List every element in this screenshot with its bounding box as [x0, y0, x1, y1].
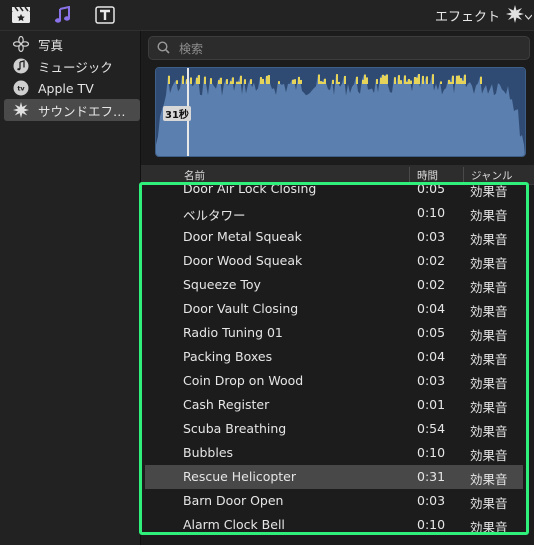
sound-name-cell: Door Metal Squeak: [183, 229, 302, 244]
sound-duration-cell: 0:03: [417, 493, 446, 508]
waveform-preview[interactable]: 31秒: [155, 67, 526, 157]
sound-genre-cell: 効果音: [470, 256, 508, 271]
sound-name-cell: Alarm Clock Bell: [183, 517, 285, 532]
sound-genre-cell: 効果音: [470, 472, 508, 487]
table-row[interactable]: Door Wood Squeak 0:02 効果音: [145, 249, 523, 273]
apple-tv-icon: tv: [12, 79, 30, 97]
sidebar-item-photos[interactable]: 写真: [4, 33, 140, 55]
table-row[interactable]: Door Vault Closing 0:04 効果音: [145, 297, 523, 321]
sound-name-cell: Barn Door Open: [183, 493, 284, 508]
sound-duration-cell: 0:05: [417, 325, 446, 340]
sound-name-cell: Scuba Breathing: [183, 421, 287, 436]
sound-duration-cell: 0:03: [417, 229, 446, 244]
table-row[interactable]: Door Air Lock Closing 0:05 効果音: [145, 185, 523, 201]
sound-genre-cell: 効果音: [470, 424, 508, 439]
top-toolbar: エフェクト: [0, 0, 534, 31]
sound-genre-cell: 効果音: [470, 520, 508, 535]
playhead-time-label: 31秒: [163, 106, 191, 121]
photos-flower-icon: [12, 35, 30, 53]
table-row[interactable]: Alarm Clock Bell 0:10 効果音: [145, 513, 523, 537]
sound-duration-cell: 0:05: [417, 185, 446, 196]
sound-genre-cell: 効果音: [470, 376, 508, 391]
column-header-time[interactable]: 時間: [417, 168, 438, 183]
sound-duration-cell: 0:01: [417, 397, 446, 412]
chevron-down-icon[interactable]: [524, 9, 533, 20]
sound-genre-cell: 効果音: [470, 185, 508, 199]
column-header-name[interactable]: 名前: [184, 168, 205, 183]
sound-name-cell: Door Air Lock Closing: [183, 185, 317, 196]
sound-name-cell: Door Wood Squeak: [183, 253, 303, 268]
music-notes-icon[interactable]: [53, 5, 73, 24]
table-row[interactable]: Door Metal Squeak 0:03 効果音: [145, 225, 523, 249]
sound-duration-cell: 0:02: [417, 277, 446, 292]
sidebar-item-apple-tv[interactable]: tv Apple TV: [4, 77, 140, 99]
sound-genre-cell: 効果音: [470, 304, 508, 319]
sound-duration-cell: 0:10: [417, 205, 446, 220]
sound-duration-cell: 0:54: [417, 421, 446, 436]
sound-genre-cell: 効果音: [470, 328, 508, 343]
search-input[interactable]: [177, 39, 521, 59]
main-panel: 31秒 名前 時間 ジャンル Door Air Lock Closing 0:05…: [141, 31, 534, 545]
sound-genre-cell: 効果音: [470, 232, 508, 247]
table-row[interactable]: Rescue Helicopter 0:31 効果音: [145, 465, 523, 489]
sound-name-cell: Squeeze Toy: [183, 277, 261, 292]
sidebar-item-label: サウンドエフ…: [38, 103, 126, 119]
starburst-icon[interactable]: [506, 5, 524, 23]
svg-text:tv: tv: [17, 85, 25, 93]
sidebar-item-sound-effects[interactable]: サウンドエフ…: [4, 99, 140, 121]
sound-name-cell: Coin Drop on Wood: [183, 373, 304, 388]
table-row[interactable]: Coin Drop on Wood 0:03 効果音: [145, 369, 523, 393]
column-header-genre[interactable]: ジャンル: [471, 168, 512, 183]
sound-name-cell: Door Vault Closing: [183, 301, 299, 316]
sound-name-cell: Rescue Helicopter: [183, 469, 297, 484]
table-row[interactable]: Radio Tuning 01 0:05 効果音: [145, 321, 523, 345]
search-field[interactable]: [148, 36, 530, 60]
sound-duration-cell: 0:02: [417, 253, 446, 268]
sidebar-item-music[interactable]: ミュージック: [4, 55, 140, 77]
sound-genre-cell: 効果音: [470, 400, 508, 415]
sidebar-item-label: Apple TV: [38, 80, 94, 96]
column-separator: [409, 167, 410, 182]
sidebar-item-label: ミュージック: [38, 59, 113, 75]
sound-genre-cell: 効果音: [470, 496, 508, 511]
sound-list[interactable]: Door Air Lock Closing 0:05 効果音 ベルタワー 0:10 効果音…: [141, 185, 534, 545]
waveform-graph: [156, 68, 525, 156]
sidebar-item-label: 写真: [38, 37, 64, 53]
sound-duration-cell: 0:04: [417, 349, 446, 364]
sound-duration-cell: 0:10: [417, 517, 446, 532]
sound-genre-cell: 効果音: [470, 352, 508, 367]
sound-genre-cell: 効果音: [470, 280, 508, 295]
sidebar: 写真 ミュージック tv Apple TV サウンドエフ…: [0, 31, 141, 545]
table-row[interactable]: Scuba Breathing 0:54 効果音: [145, 417, 523, 441]
sound-name-cell: ベルタワー: [183, 208, 246, 223]
clapperboard-star-icon[interactable]: [11, 6, 31, 24]
column-separator: [463, 167, 464, 182]
table-row[interactable]: Squeeze Toy 0:02 効果音: [145, 273, 523, 297]
sound-duration-cell: 0:10: [417, 445, 446, 460]
sound-genre-cell: 効果音: [470, 448, 508, 463]
table-row[interactable]: Packing Boxes 0:04 効果音: [145, 345, 523, 369]
table-row[interactable]: Barn Door Open 0:03 効果音: [145, 489, 523, 513]
sound-name-cell: Radio Tuning 01: [183, 325, 283, 340]
sound-duration-cell: 0:03: [417, 373, 446, 388]
effects-title: エフェクト: [434, 10, 500, 25]
music-note-icon: [12, 57, 30, 75]
table-row[interactable]: Cash Register 0:01 効果音: [145, 393, 523, 417]
table-row[interactable]: Bubbles 0:10 効果音: [145, 441, 523, 465]
table-row[interactable]: ベルタワー 0:10 効果音: [145, 201, 523, 225]
starburst-icon: [12, 101, 30, 119]
sound-duration-cell: 0:04: [417, 301, 446, 316]
sound-name-cell: Bubbles: [183, 445, 234, 460]
sound-genre-cell: 効果音: [470, 208, 508, 223]
sound-duration-cell: 0:31: [417, 469, 446, 484]
title-t-icon[interactable]: [95, 6, 115, 24]
table-header: 名前 時間 ジャンル: [141, 165, 534, 185]
sound-name-cell: Packing Boxes: [183, 349, 273, 364]
sound-name-cell: Cash Register: [183, 397, 270, 412]
search-icon: [157, 41, 170, 54]
